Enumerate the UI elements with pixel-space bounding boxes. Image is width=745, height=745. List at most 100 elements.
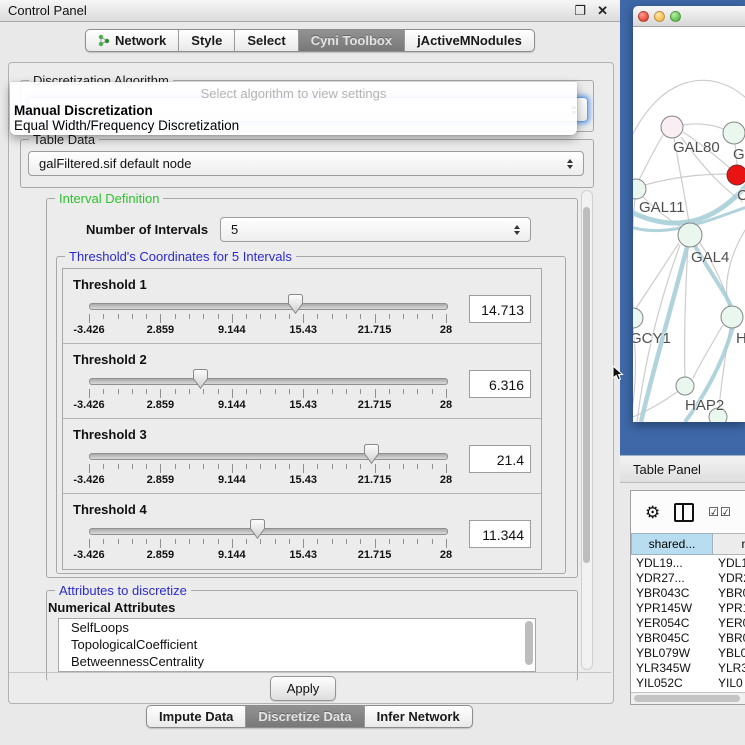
float-window-icon[interactable]: ❐ [574, 3, 586, 19]
table-row[interactable]: YBL079WYBL0 [631, 645, 745, 660]
zoom-window-icon[interactable] [670, 11, 681, 22]
slider-ticks [89, 539, 446, 549]
threshold-4-row: Threshold 4 -3.4262.8599.14415.4321.7152… [63, 494, 541, 569]
table-body: YDL19...YDL1 YDR27...YDR2 YBR043CYBR0 YP… [631, 555, 745, 690]
threshold-3-value-field[interactable]: 21.4 [469, 445, 531, 473]
list-item[interactable]: TopologicalCoefficient [59, 636, 535, 653]
table-toolbar: ⚙ ☑☑ [631, 491, 745, 533]
threshold-3-slider-thumb[interactable] [364, 444, 379, 464]
node-label-gal80: GAL80 [673, 139, 720, 156]
network-window: GAL80 G C GAL11 GAL4 GCY1 H HAP2 [633, 6, 745, 422]
number-of-intervals-label: Number of Intervals [86, 222, 208, 237]
gear-icon[interactable]: ⚙ [645, 504, 660, 521]
table-row[interactable]: YBR045CYBR0 [631, 630, 745, 645]
node-highlighted [727, 165, 745, 185]
tab-cyni-toolbox[interactable]: Cyni Toolbox [299, 30, 405, 51]
node-hap2 [676, 377, 694, 395]
slider-tick-labels: -3.4262.8599.14415.4321.71528 [89, 324, 446, 336]
threshold-2-label: Threshold 2 [73, 352, 147, 367]
table-panel-title: Table Panel [633, 462, 701, 477]
number-of-intervals-combobox[interactable]: 5 [220, 217, 531, 242]
dropdown-option-equal-width-frequency[interactable]: Equal Width/Frequency Discretization [14, 118, 239, 133]
tab-jactivemnodules[interactable]: jActiveMNodules [405, 30, 534, 51]
divider [9, 672, 611, 673]
node-label-gal4: GAL4 [691, 249, 729, 266]
threshold-1-row: Threshold 1 -3.4262.8599.14415.4321.7152… [63, 269, 541, 344]
apply-button[interactable]: Apply [270, 676, 336, 701]
minimize-window-icon[interactable] [654, 11, 665, 22]
tab-impute-data[interactable]: Impute Data [147, 706, 246, 727]
node-gal11 [633, 179, 646, 199]
select-columns-icons[interactable]: ☑☑ [708, 505, 732, 519]
attributes-list-scrollbar[interactable] [524, 621, 533, 667]
table-row[interactable]: YPR145WYPR1 [631, 600, 745, 615]
table-data-selected-value: galFiltered.sif default node [39, 156, 191, 171]
threshold-2-slider-thumb[interactable] [193, 369, 208, 389]
tab-network[interactable]: Network [86, 30, 179, 51]
list-item[interactable]: BetweennessCentrality [59, 653, 535, 670]
table-data-combobox[interactable]: galFiltered.sif default node [28, 151, 584, 176]
table-row[interactable]: YBR043CYBR0 [631, 585, 745, 600]
control-panel-titlebar: Control Panel ❐ ✕ [0, 0, 620, 22]
number-of-intervals-value: 5 [231, 222, 238, 237]
dropdown-option-manual-discretization[interactable]: Manual Discretization [14, 103, 153, 118]
threshold-2-value-field[interactable]: 6.316 [469, 370, 531, 398]
table-horizontal-scrollbar[interactable] [631, 692, 745, 704]
node-top-right [723, 122, 745, 144]
table-header-row: shared... name [631, 533, 745, 555]
node-label-gcy1: GCY1 [633, 330, 671, 347]
table-row[interactable]: YDR27...YDR2 [631, 570, 745, 585]
checkbox-icon: ☑ [720, 505, 732, 519]
scrollbar-thumb[interactable] [634, 695, 740, 702]
threshold-4-value-field[interactable]: 11.344 [469, 520, 531, 548]
node-label-partial-c: C [737, 187, 745, 204]
table-panel-titlebar: Table Panel [620, 455, 745, 483]
split-view-icon[interactable] [674, 503, 694, 522]
threshold-3-slider-track[interactable] [89, 453, 448, 460]
node-label-hap2: HAP2 [685, 397, 724, 414]
application-window: Control Panel ❐ ✕ Network Style Select C… [0, 0, 745, 745]
close-window-icon[interactable] [638, 11, 649, 22]
tab-style[interactable]: Style [179, 30, 235, 51]
network-canvas[interactable]: GAL80 G C GAL11 GAL4 GCY1 H HAP2 [633, 27, 745, 422]
node-label-gal11: GAL11 [639, 199, 685, 216]
table-row[interactable]: YDL19...YDL1 [631, 555, 745, 570]
scrollbar-thumb[interactable] [583, 207, 590, 563]
combo-stepper-icon [567, 159, 574, 169]
node-label-partial-g: G [733, 146, 745, 163]
node-gal80 [661, 116, 683, 138]
column-header-name[interactable]: name [713, 533, 745, 555]
slider-tick-labels: -3.4262.8599.14415.4321.71528 [89, 399, 446, 411]
table-row[interactable]: YLR345WYLR3 [631, 660, 745, 675]
threshold-3-label: Threshold 3 [73, 427, 147, 442]
tab-select[interactable]: Select [235, 30, 298, 51]
interval-definition-group-title: Interval Definition [55, 191, 163, 206]
node-gal4 [678, 223, 702, 247]
slider-tick-labels: -3.4262.8599.14415.4321.71528 [89, 549, 446, 561]
tab-discretize-data[interactable]: Discretize Data [246, 706, 364, 727]
table-row[interactable]: YIL052CYIL0 [631, 675, 745, 690]
slider-ticks [89, 389, 446, 399]
threshold-4-slider-track[interactable] [89, 528, 448, 535]
network-graph [633, 27, 745, 422]
data-table: ⚙ ☑☑ shared... name YDL19...YDL1 YDR27..… [630, 490, 745, 705]
threshold-rows-container: Threshold 1 -3.4262.8599.14415.4321.7152… [62, 268, 542, 570]
threshold-coordinates-group-title: Threshold's Coordinates for 5 Intervals [65, 249, 296, 264]
list-item[interactable]: SelfLoops [59, 619, 535, 636]
threshold-2-slider-track[interactable] [89, 378, 448, 385]
table-row[interactable]: YER054CYER0 [631, 615, 745, 630]
slider-ticks [89, 314, 446, 324]
column-header-shared-name[interactable]: shared... [631, 533, 713, 555]
threshold-1-slider-track[interactable] [89, 303, 448, 310]
threshold-3-row: Threshold 3 -3.4262.8599.14415.4321.7152… [63, 419, 541, 494]
close-panel-icon[interactable]: ✕ [597, 3, 608, 19]
threshold-1-value-field[interactable]: 14.713 [469, 295, 531, 323]
numerical-attributes-label: Numerical Attributes [48, 600, 175, 615]
threshold-4-label: Threshold 4 [73, 502, 147, 517]
threshold-1-slider-thumb[interactable] [288, 294, 303, 314]
threshold-4-slider-thumb[interactable] [250, 519, 265, 539]
numerical-attributes-list[interactable]: SelfLoops TopologicalCoefficient Between… [58, 618, 536, 672]
tab-infer-network[interactable]: Infer Network [365, 706, 472, 727]
panel-vertical-scrollbar[interactable] [581, 190, 593, 670]
slider-tick-labels: -3.4262.8599.14415.4321.71528 [89, 474, 446, 486]
